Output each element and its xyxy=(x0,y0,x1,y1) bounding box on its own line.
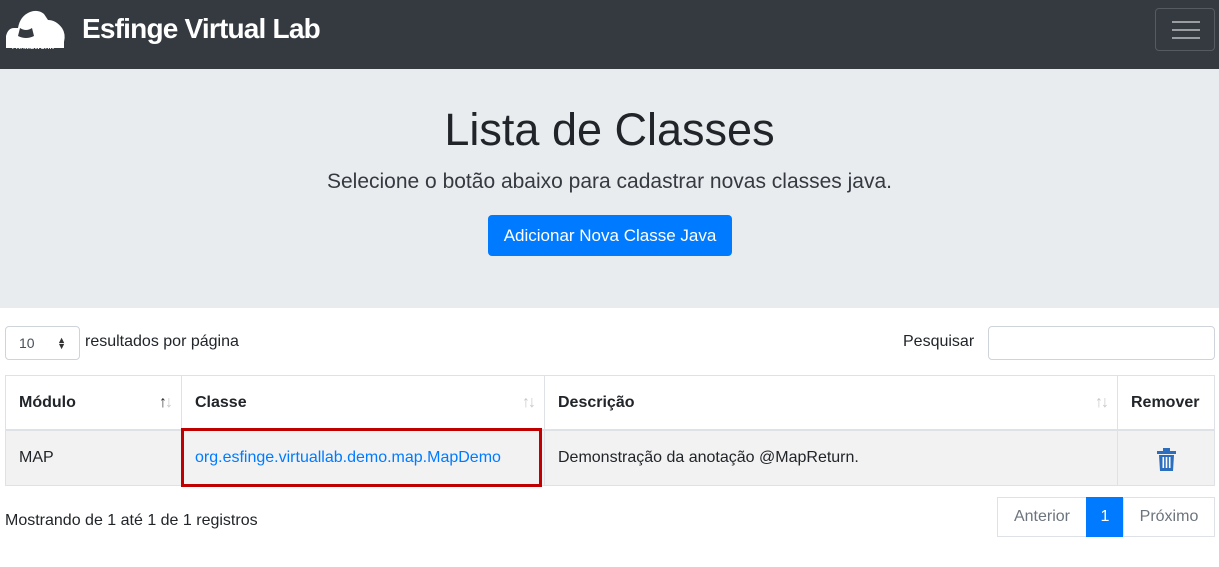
header-modulo-label: Módulo xyxy=(19,394,76,411)
pagination-previous[interactable]: Anterior xyxy=(997,497,1087,537)
sort-ascending-icon: ↑↓ xyxy=(159,394,173,411)
pagination-next[interactable]: Próximo xyxy=(1123,497,1215,537)
page-title: Lista de Classes xyxy=(444,104,775,155)
sort-icon: ↑↓ xyxy=(522,394,536,411)
cell-descricao-text: Demonstração da anotação @MapReturn. xyxy=(558,449,859,466)
hamburger-icon xyxy=(1172,29,1200,31)
table-cell-modulo: MAP xyxy=(5,431,182,486)
table-cell-descricao: Demonstração da anotação @MapReturn. xyxy=(544,431,1118,486)
search-input[interactable] xyxy=(988,326,1215,360)
search-label: Pesquisar xyxy=(903,333,975,350)
pagination-current[interactable]: 1 xyxy=(1086,497,1124,537)
page-length-select[interactable]: 10 ▲ ▼ xyxy=(5,326,80,360)
hamburger-icon xyxy=(1172,21,1200,23)
cell-modulo-text: MAP xyxy=(19,449,54,466)
header-remover-label: Remover xyxy=(1131,394,1200,411)
header-classe[interactable]: Classe ↑↓ xyxy=(181,375,545,431)
jumbotron: Lista de Classes Selecione o botão abaix… xyxy=(0,69,1219,308)
add-class-button[interactable]: Adicionar Nova Classe Java xyxy=(488,215,732,256)
logo-subtext: FRAMEWORK xyxy=(12,45,55,51)
header-classe-label: Classe xyxy=(195,394,247,411)
select-caret-icon: ▲ ▼ xyxy=(57,335,66,351)
page-length-value: 10 xyxy=(19,335,35,351)
header-modulo[interactable]: Módulo ↑↓ xyxy=(5,375,182,431)
page-length-label: resultados por página xyxy=(85,333,239,350)
header-remover: Remover xyxy=(1117,375,1215,431)
sort-icon: ↑↓ xyxy=(1095,394,1109,411)
brand-title[interactable]: Esfinge Virtual Lab xyxy=(82,12,321,46)
navbar: FRAMEWORK Esfinge Virtual Lab xyxy=(0,0,1219,69)
page-subtitle: Selecione o botão abaixo para cadastrar … xyxy=(326,170,892,193)
hamburger-icon xyxy=(1172,37,1200,39)
header-descricao-label: Descrição xyxy=(558,394,635,411)
highlight-box xyxy=(181,428,542,487)
navbar-toggle-button[interactable] xyxy=(1155,8,1215,51)
header-descricao[interactable]: Descrição ↑↓ xyxy=(544,375,1118,431)
table-info: Mostrando de 1 até 1 de 1 registros xyxy=(5,512,258,529)
trash-icon[interactable] xyxy=(1157,448,1176,471)
